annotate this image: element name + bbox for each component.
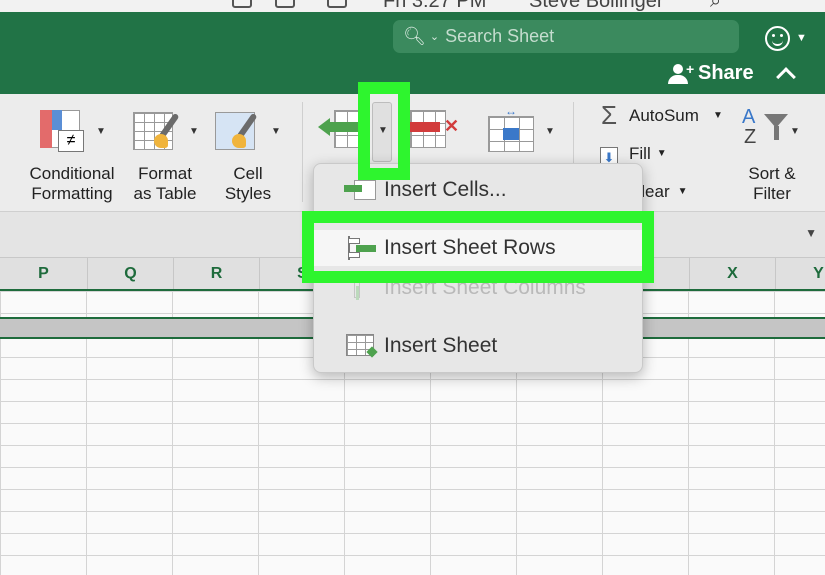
- sort-filter-label-2: Filter: [753, 184, 791, 203]
- chevron-down-icon[interactable]: ▼: [189, 126, 199, 137]
- collapse-ribbon-icon[interactable]: [776, 67, 796, 87]
- conditional-formatting-button[interactable]: Conditional Formatting: [22, 164, 122, 204]
- column-header[interactable]: Y: [776, 258, 825, 289]
- format-cells-icon[interactable]: ↔: [488, 104, 538, 154]
- ribbon-separator: [302, 102, 303, 202]
- menu-item-label: Insert Cells...: [384, 178, 507, 201]
- conditional-formatting-label-2: Formatting: [31, 184, 113, 203]
- format-as-table-button[interactable]: Format as Table: [124, 164, 206, 204]
- share-button[interactable]: + Share: [668, 61, 754, 85]
- menubar-status-icon[interactable]: [232, 0, 252, 8]
- chevron-down-icon: ▼: [712, 110, 723, 121]
- annotation-highlight-insert-dropdown: [358, 82, 410, 180]
- title-bar: 🔍︎ ⌄ Search Sheet ▼ + Share: [0, 12, 825, 94]
- menubar-user[interactable]: Steve Bollinger: [529, 0, 664, 12]
- conditional-formatting-label-1: Conditional: [29, 164, 115, 183]
- column-header[interactable]: X: [690, 258, 776, 289]
- chevron-down-icon[interactable]: ▼: [271, 126, 281, 137]
- insert-cells-icon: [344, 176, 378, 204]
- column-header[interactable]: Q: [88, 258, 174, 289]
- cell-styles-label-2: Styles: [224, 184, 272, 203]
- search-placeholder: Search Sheet: [445, 26, 555, 46]
- conditional-formatting-icon[interactable]: ≠: [40, 110, 88, 154]
- menubar-clock[interactable]: Fri 3:27 PM: [383, 0, 486, 12]
- cell-styles-label-1: Cell: [233, 164, 263, 183]
- chevron-down-icon: ▼: [677, 186, 688, 197]
- menu-item-label: Insert Sheet: [384, 334, 498, 357]
- menu-item-insert-sheet[interactable]: Insert Sheet: [314, 328, 642, 364]
- feedback-smiley-icon[interactable]: [765, 26, 790, 51]
- mac-menubar: Fri 3:27 PM Steve Bollinger ⌕: [0, 0, 825, 12]
- chevron-down-icon[interactable]: ▼: [96, 126, 106, 137]
- menubar-battery-icon[interactable]: [327, 0, 347, 8]
- chevron-down-icon[interactable]: ▼: [790, 126, 800, 137]
- expand-formula-bar-icon[interactable]: ▼: [805, 226, 817, 240]
- column-header[interactable]: R: [174, 258, 260, 289]
- sort-filter-label-1: Sort &: [748, 164, 796, 183]
- autosum-button[interactable]: Σ AutoSum ▼: [597, 100, 723, 131]
- sigma-icon: Σ: [600, 100, 618, 130]
- menubar-search-icon[interactable]: ⌕: [710, 0, 721, 12]
- search-icon: 🔍︎: [403, 26, 426, 46]
- paintbrush-icon: [230, 112, 260, 152]
- chevron-down-icon[interactable]: ▼: [796, 32, 807, 44]
- delete-cells-icon[interactable]: ✕: [408, 108, 460, 152]
- paintbrush-icon: [152, 112, 182, 152]
- annotation-highlight-insert-sheet-rows: [302, 211, 654, 283]
- fill-label: Fill: [629, 143, 651, 163]
- chevron-down-icon: ⌄: [429, 31, 440, 43]
- format-as-table-label-2: as Table: [133, 184, 197, 203]
- sort-filter-icon[interactable]: A Z: [742, 107, 792, 152]
- format-as-table-label-1: Format: [138, 164, 192, 183]
- search-sheet-field[interactable]: 🔍︎ ⌄ Search Sheet: [393, 20, 739, 53]
- autosum-label: AutoSum: [629, 105, 699, 125]
- chevron-down-icon: ▼: [656, 148, 667, 159]
- sort-filter-button[interactable]: Sort & Filter: [738, 164, 806, 204]
- insert-sheet-icon: [344, 332, 378, 360]
- cell-styles-button[interactable]: Cell Styles: [212, 164, 284, 204]
- add-person-icon: +: [668, 61, 694, 84]
- menubar-display-icon[interactable]: [275, 0, 295, 8]
- share-label: Share: [698, 62, 754, 84]
- chevron-down-icon[interactable]: ▼: [545, 126, 555, 137]
- column-header[interactable]: P: [0, 258, 88, 289]
